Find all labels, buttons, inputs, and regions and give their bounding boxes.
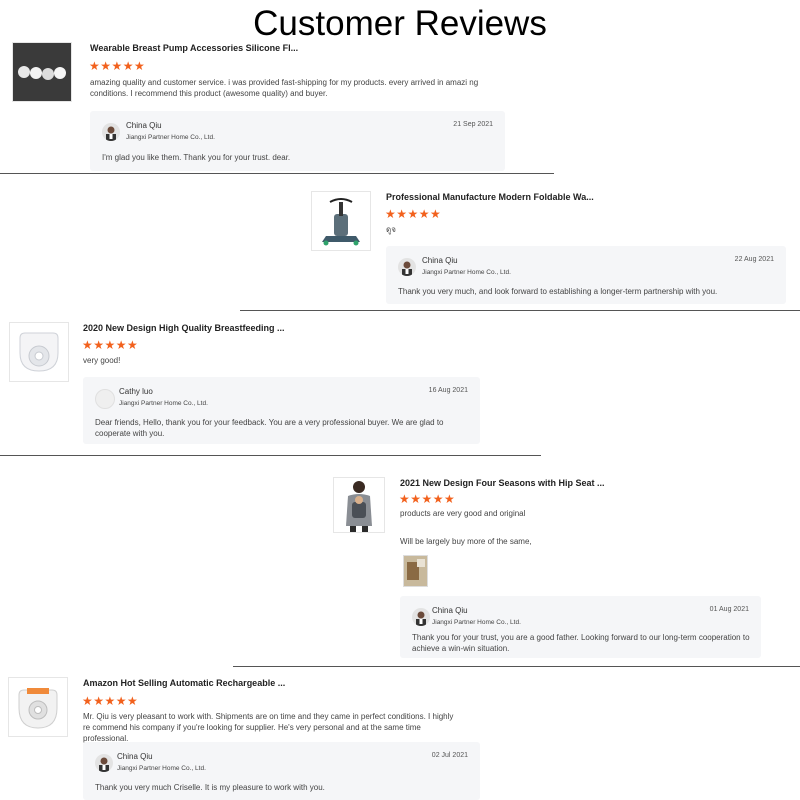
reply-author-name: China Qiu [432, 606, 468, 615]
seller-reply: China Qiu Jiangxi Partner Home Co., Ltd.… [386, 246, 786, 304]
reply-company: Jiangxi Partner Home Co., Ltd. [126, 134, 215, 141]
product-title[interactable]: Wearable Breast Pump Accessories Silicon… [90, 43, 298, 53]
product-title[interactable]: Professional Manufacture Modern Foldable… [386, 192, 594, 202]
rating-stars: ★★★★★ [82, 338, 139, 352]
review-text: amazing quality and customer service. i … [90, 78, 479, 98]
product-title[interactable]: Amazon Hot Selling Automatic Rechargeabl… [83, 678, 285, 688]
avatar [102, 123, 120, 141]
divider [0, 455, 541, 456]
reply-company: Jiangxi Partner Home Co., Ltd. [422, 269, 511, 276]
reply-company: Jiangxi Partner Home Co., Ltd. [119, 400, 208, 407]
reply-author-name: China Qiu [117, 752, 153, 761]
reply-author-name: China Qiu [422, 256, 458, 265]
reply-date: 16 Aug 2021 [428, 387, 468, 394]
product-thumbnail[interactable] [8, 677, 68, 737]
product-thumbnail[interactable] [9, 322, 69, 382]
product-thumbnail[interactable] [12, 42, 72, 102]
seller-reply: China Qiu Jiangxi Partner Home Co., Ltd.… [83, 742, 480, 800]
product-title[interactable]: 2020 New Design High Quality Breastfeedi… [83, 323, 285, 333]
review-text-extra: Will be largely buy more of the same, [400, 537, 532, 546]
reply-message: I'm glad you like them. Thank you for yo… [102, 153, 291, 162]
reply-date: 01 Aug 2021 [709, 606, 749, 613]
product-title[interactable]: 2021 New Design Four Seasons with Hip Se… [400, 478, 605, 488]
divider [233, 666, 800, 667]
seller-reply: China Qiu Jiangxi Partner Home Co., Ltd.… [400, 596, 761, 658]
reply-message: Thank you very much, and look forward to… [398, 287, 718, 296]
product-thumbnail[interactable] [311, 191, 371, 251]
reply-company: Jiangxi Partner Home Co., Ltd. [117, 765, 206, 772]
reply-message: Thank you for your trust, you are a good… [412, 633, 750, 653]
reply-message: Thank you very much Criselle. It is my p… [95, 783, 325, 792]
review-text: very good! [83, 356, 121, 365]
rating-stars: ★★★★★ [385, 207, 442, 221]
review-text: products are very good and original [400, 509, 526, 518]
rating-stars: ★★★★★ [399, 492, 456, 506]
divider [240, 310, 800, 311]
review-photo[interactable] [403, 555, 428, 587]
avatar [95, 389, 115, 409]
reply-date: 02 Jul 2021 [431, 752, 468, 759]
reply-date: 21 Sep 2021 [453, 121, 493, 128]
reply-author-name: Cathy luo [119, 387, 153, 396]
review-text: ดูจ [386, 225, 396, 234]
rating-stars: ★★★★★ [89, 59, 146, 73]
reply-message: Dear friends, Hello, thank you for your … [95, 418, 444, 438]
seller-reply: Cathy luo Jiangxi Partner Home Co., Ltd.… [83, 377, 480, 444]
seller-reply: China Qiu Jiangxi Partner Home Co., Ltd.… [90, 111, 505, 171]
review-text: Mr. Qiu is very pleasant to work with. S… [83, 712, 454, 743]
reply-company: Jiangxi Partner Home Co., Ltd. [432, 619, 521, 626]
divider [0, 173, 554, 174]
rating-stars: ★★★★★ [82, 694, 139, 708]
avatar [398, 258, 416, 276]
reply-date: 22 Aug 2021 [734, 256, 774, 263]
product-thumbnail[interactable] [333, 477, 385, 533]
page-title: Customer Reviews [253, 4, 547, 43]
reply-author-name: China Qiu [126, 121, 162, 130]
avatar [95, 754, 113, 772]
avatar [412, 608, 430, 626]
